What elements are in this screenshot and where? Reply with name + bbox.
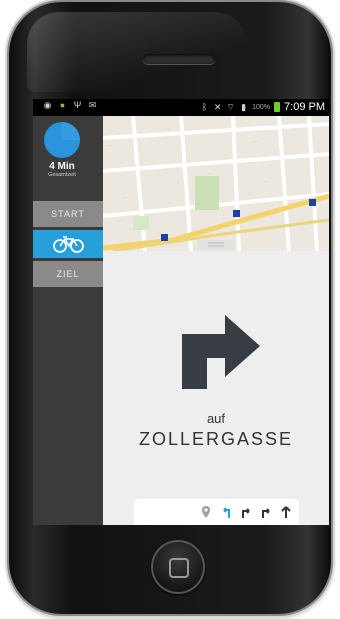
screen: ◉ ● Ψ ✉ ᛒ ✕ ⌔ ▮ 100% 7:09 PM 4 Min Gesam… [33,99,329,525]
svg-text:.....: ..... [123,194,129,199]
direction-panel: auf ZOLLERGASSE [103,251,329,525]
instruction-prefix: auf [206,411,226,426]
battery-percent: 100% [252,103,271,111]
turn-steps-bar[interactable] [134,499,299,525]
bluetooth-icon: ᛒ [201,101,208,112]
route-map[interactable]: ................ ............... [103,116,329,251]
map-pin-icon[interactable] [199,505,213,519]
usb-icon: Ψ [73,100,82,110]
destination-button[interactable]: ZIEL [33,261,103,287]
svg-text:.....: ..... [253,138,259,143]
bicycle-icon [53,236,84,253]
duration-pie-slice [62,122,80,140]
bicycle-mode-button[interactable] [33,230,103,258]
duration-label: Gesamtzeit [48,172,76,178]
status-bar: ◉ ● Ψ ✉ ᛒ ✕ ⌔ ▮ 100% 7:09 PM [33,99,329,116]
signal-icon: ▮ [241,101,247,112]
map-resize-handle[interactable] [198,240,234,250]
sidebar: 4 Min Gesamtzeit START ZIEL [33,116,103,525]
u-turn-left-icon[interactable] [219,505,233,519]
mute-icon: ✕ [213,101,222,112]
phone-gloss [27,12,247,92]
turn-right-arrow-icon [182,315,260,389]
battery-icon [274,102,281,112]
home-button-icon [169,558,189,578]
svg-text:.....: ..... [207,170,213,175]
clock: 7:09 PM [284,101,325,113]
street-name: ZOLLERGASSE [138,429,294,449]
android-icon: ● [59,100,66,110]
home-button[interactable] [151,540,205,594]
wifi-icon: ⌔ [226,101,235,112]
map-canvas: ................ ............... [103,116,329,251]
straight-icon[interactable] [279,505,293,519]
earpiece-speaker [143,54,215,64]
svg-text:.....: ..... [263,178,269,183]
mail-icon: ✉ [88,100,97,110]
turn-right-icon[interactable] [239,505,253,519]
start-button[interactable]: START [33,201,103,227]
duration-pie-icon [44,122,80,158]
turn-right-icon[interactable] [259,505,273,519]
svg-text:......: ...... [163,126,170,131]
svg-text:.....: ..... [109,142,115,147]
duration-value: 4 Min [49,161,75,172]
location-icon: ◉ [43,100,52,110]
